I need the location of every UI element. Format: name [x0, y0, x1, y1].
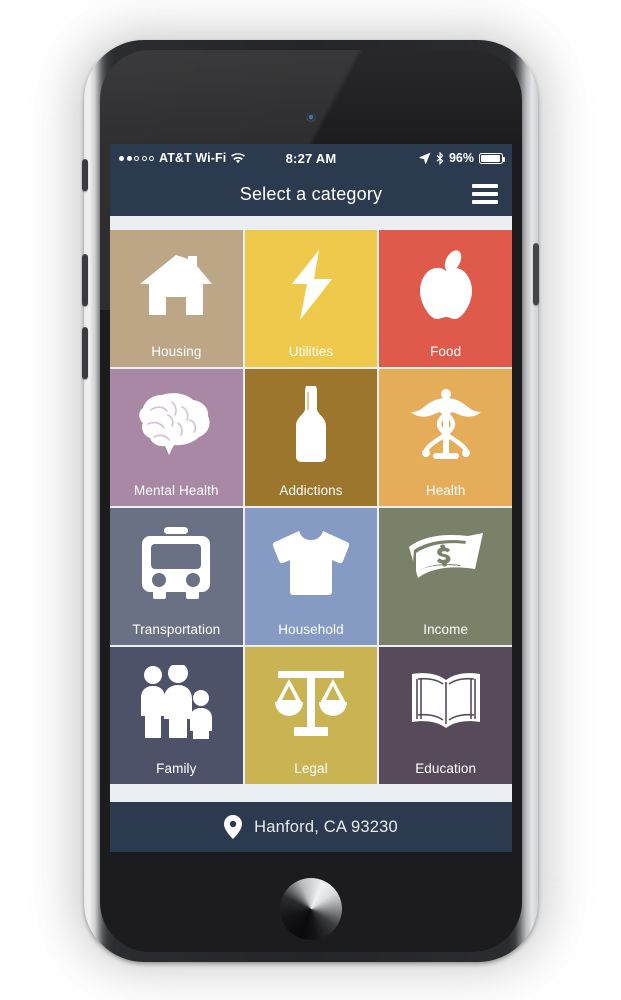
category-label: Family	[156, 760, 197, 776]
category-tile-transportation[interactable]: Transportation	[110, 508, 243, 645]
volume-down-button[interactable]	[82, 327, 88, 379]
category-label: Addictions	[279, 482, 343, 498]
grid-bottom-spacer	[110, 784, 512, 802]
category-label: Legal	[294, 760, 328, 776]
front-camera-icon	[306, 113, 316, 122]
house-icon	[110, 230, 243, 339]
category-tile-utilities[interactable]: Utilities	[244, 230, 378, 367]
location-bar[interactable]: Hanford, CA 93230	[110, 802, 512, 852]
phone-screen: AT&T Wi-Fi 8:27 AM 96% Select a category…	[110, 144, 512, 852]
hamburger-menu-icon[interactable]	[472, 184, 498, 204]
caduceus-icon	[379, 369, 512, 478]
family-icon	[110, 647, 243, 756]
category-label: Health	[425, 482, 466, 498]
category-tile-mental-health[interactable]: Mental Health	[110, 369, 243, 506]
bus-icon	[110, 508, 243, 617]
mute-switch-button[interactable]	[82, 159, 88, 191]
home-button[interactable]	[279, 878, 342, 940]
carrier-label: AT&T Wi-Fi	[159, 151, 227, 165]
open-book-icon	[379, 647, 512, 756]
app-nav-bar: Select a category	[110, 172, 512, 216]
battery-percent-label: 96%	[448, 151, 474, 165]
map-pin-icon	[224, 815, 243, 839]
category-tile-income[interactable]: Income	[379, 508, 512, 645]
category-label: Household	[278, 621, 344, 637]
lightning-bolt-icon	[245, 230, 378, 339]
grid-top-spacer	[110, 216, 512, 230]
signal-strength-icon	[119, 155, 154, 161]
category-label: Mental Health	[134, 482, 219, 498]
volume-up-button[interactable]	[82, 254, 88, 306]
brain-icon	[110, 369, 243, 478]
status-bar-right: 96%	[419, 151, 505, 165]
location-arrow-icon	[419, 152, 431, 164]
category-tile-household[interactable]: Household	[244, 508, 378, 645]
category-tile-education[interactable]: Education	[379, 647, 512, 784]
category-tile-family[interactable]: Family	[110, 647, 243, 784]
battery-icon	[479, 152, 505, 164]
time-label: 8:27 AM	[285, 150, 337, 166]
scales-icon	[245, 647, 378, 756]
category-label: Income	[423, 621, 469, 637]
page-title: Select a category	[239, 183, 383, 204]
wifi-icon	[231, 152, 246, 163]
status-bar-left: AT&T Wi-Fi	[119, 151, 246, 165]
category-tile-addictions[interactable]: Addictions	[244, 369, 378, 506]
bottle-icon	[245, 369, 378, 478]
category-tile-legal[interactable]: Legal	[244, 647, 378, 784]
power-button[interactable]	[533, 243, 539, 305]
category-tile-housing[interactable]: Housing	[110, 230, 243, 367]
category-label: Transportation	[132, 621, 221, 637]
category-tile-food[interactable]: Food	[379, 230, 512, 367]
category-tile-health[interactable]: Health	[379, 369, 512, 506]
apple-icon	[379, 230, 512, 339]
tshirt-icon	[245, 508, 378, 617]
bluetooth-icon	[436, 151, 444, 165]
money-icon	[379, 508, 512, 617]
category-label: Housing	[151, 343, 202, 359]
category-label: Utilities	[288, 343, 334, 359]
screenshot-stage: AT&T Wi-Fi 8:27 AM 96% Select a category…	[0, 0, 621, 1000]
category-label: Education	[415, 760, 477, 776]
category-label: Food	[430, 343, 462, 359]
category-grid: Housing Utilities Food Mental Health Add…	[110, 230, 512, 784]
ios-status-bar: AT&T Wi-Fi 8:27 AM 96%	[110, 144, 512, 172]
location-label: Hanford, CA 93230	[254, 817, 398, 836]
